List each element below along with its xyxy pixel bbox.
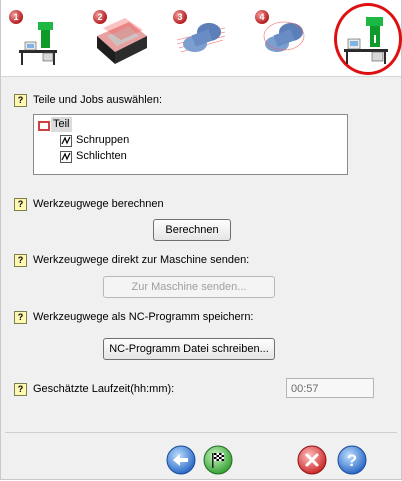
svg-text:?: ? xyxy=(347,451,357,470)
parts-tree[interactable]: Teil Schruppen Schlichten xyxy=(33,114,348,175)
toolpath-icon xyxy=(60,151,72,163)
step-4[interactable]: 4 xyxy=(251,6,313,68)
send-to-machine-button[interactable]: Zur Maschine senden... xyxy=(103,276,275,298)
select-parts-label: Teile und Jobs auswählen: xyxy=(33,94,163,106)
help-icon[interactable]: ? xyxy=(14,254,27,267)
wizard-panel: 1 2 3 4 ? Teile und Jobs auswählen: Teil… xyxy=(0,0,402,480)
compute-toolpaths-label: Werkzeugwege berechnen xyxy=(33,198,164,210)
tree-item-root[interactable]: Teil xyxy=(51,117,72,132)
part-icon xyxy=(38,121,50,131)
part-blue-icon xyxy=(176,23,226,53)
send-to-machine-label: Werkzeugwege direkt zur Maschine senden: xyxy=(33,254,250,266)
write-nc-file-button[interactable]: NC-Programm Datei schreiben... xyxy=(103,338,275,360)
part-finished-icon xyxy=(263,21,305,52)
tree-item-job[interactable]: Schlichten xyxy=(76,150,127,162)
step-5[interactable] xyxy=(334,5,396,67)
step-1[interactable]: 1 xyxy=(5,6,67,68)
machine-setup-icon xyxy=(19,22,57,65)
help-icon[interactable]: ? xyxy=(337,445,367,475)
help-icon[interactable]: ? xyxy=(14,383,27,396)
machine-output-icon xyxy=(344,17,388,64)
back-arrow-icon[interactable] xyxy=(166,445,196,475)
divider xyxy=(5,432,397,433)
tree-item-job[interactable]: Schruppen xyxy=(76,134,129,146)
help-icon[interactable]: ? xyxy=(14,94,27,107)
close-icon[interactable] xyxy=(297,445,327,475)
step-2[interactable]: 2 xyxy=(89,6,151,68)
help-icon[interactable]: ? xyxy=(14,311,27,324)
help-icon[interactable]: ? xyxy=(14,198,27,211)
compute-button[interactable]: Berechnen xyxy=(153,219,231,241)
save-nc-label: Werkzeugwege als NC-Programm speichern: xyxy=(33,311,254,323)
step-bar: 1 2 3 4 xyxy=(1,0,402,77)
runtime-label: Geschätzte Laufzeit(hh:mm): xyxy=(33,383,175,395)
checkered-flag-icon[interactable] xyxy=(203,445,233,475)
step-3[interactable]: 3 xyxy=(169,6,231,68)
stock-part-icon xyxy=(97,18,147,64)
runtime-field: 00:57 xyxy=(286,378,374,398)
toolpath-icon xyxy=(60,135,72,147)
